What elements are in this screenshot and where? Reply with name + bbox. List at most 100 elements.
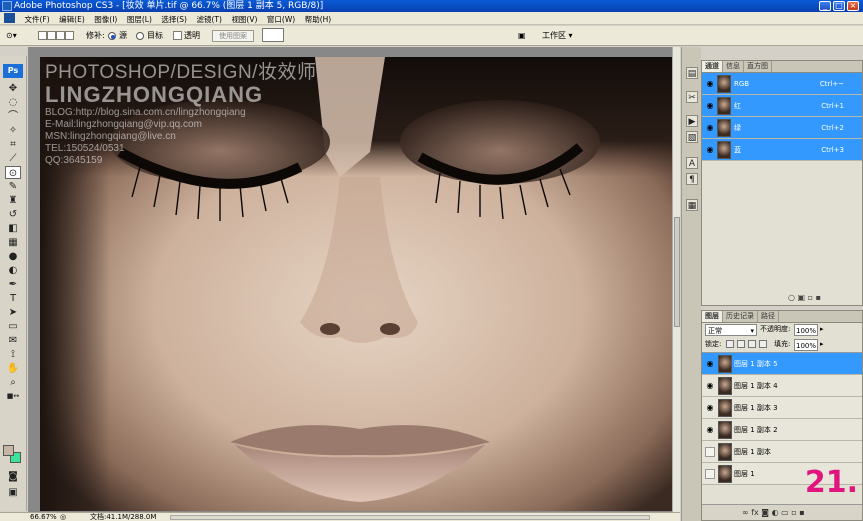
vertical-scrollbar[interactable]	[672, 47, 680, 512]
eye-icon[interactable]: ◉	[705, 425, 715, 435]
layer-row[interactable]: ◉ 图层 1 副本 3	[702, 397, 862, 419]
shape-tool-icon[interactable]: ▭	[5, 320, 21, 333]
status-nav-icon[interactable]: ◎	[60, 513, 66, 521]
zoom-tool-icon[interactable]: ⌕	[5, 376, 21, 389]
notes-tool-icon[interactable]: ✉	[5, 334, 21, 347]
layer-row[interactable]: ◉ 图层 1 副本 5	[702, 353, 862, 375]
crop-tool-icon[interactable]: ⌗	[5, 138, 21, 151]
menu-select[interactable]: 选择(S)	[158, 13, 190, 26]
tab-histogram[interactable]: 直方图	[744, 61, 772, 72]
clone-stamp-icon[interactable]: ♜	[5, 194, 21, 207]
eraser-icon[interactable]: ◧	[5, 222, 21, 235]
layer-row[interactable]: ◉ 图层 1 副本 4	[702, 375, 862, 397]
close-button[interactable]: ×	[847, 1, 859, 11]
eye-icon[interactable]: ◉	[705, 101, 715, 111]
brush-tool-icon[interactable]: ✎	[5, 180, 21, 193]
menu-view[interactable]: 视图(V)	[228, 13, 260, 26]
path-select-icon[interactable]: ➤	[5, 306, 21, 319]
hand-tool-icon[interactable]: ✋	[5, 362, 21, 375]
pattern-picker[interactable]	[262, 28, 284, 42]
opacity-input[interactable]: 100%	[794, 324, 818, 336]
default-colors-icon[interactable]: ■↔	[5, 390, 21, 403]
workspace-icon[interactable]: ▣	[518, 30, 526, 41]
navigator-icon[interactable]: ▤	[686, 67, 698, 79]
workspace-menu[interactable]: 工作区 ▾	[542, 30, 573, 41]
channel-row-red[interactable]: ◉ 红 Ctrl+1	[702, 95, 862, 117]
type-tool-icon[interactable]: T	[5, 292, 21, 305]
eye-icon[interactable]: ◉	[705, 123, 715, 133]
gradient-icon[interactable]: ▦	[5, 236, 21, 249]
menu-help[interactable]: 帮助(H)	[302, 13, 335, 26]
eye-icon[interactable]: ◉	[705, 359, 715, 369]
quick-mask-icon[interactable]: ◙	[5, 470, 21, 483]
menu-edit[interactable]: 编辑(E)	[56, 13, 88, 26]
watermark-email: E-Mail:lingzhongqiang@vip.qq.com	[45, 119, 202, 130]
document-canvas-area[interactable]: PHOTOSHOP/DESIGN/妆效师 LINGZHONGQIANG BLOG…	[28, 47, 680, 512]
pen-tool-icon[interactable]: ✒	[5, 278, 21, 291]
fill-arrow-icon[interactable]: ▸	[820, 338, 824, 351]
watermark-title: PHOTOSHOP/DESIGN/妆效师	[45, 62, 317, 83]
menu-layer[interactable]: 图层(L)	[124, 13, 155, 26]
menu-image[interactable]: 图像(I)	[91, 13, 120, 26]
menu-window[interactable]: 窗口(W)	[264, 13, 298, 26]
magic-wand-icon[interactable]: ✧	[5, 124, 21, 137]
tab-paths[interactable]: 路径	[758, 311, 779, 322]
channel-thumbnail	[717, 141, 731, 159]
lock-icons[interactable]	[726, 338, 770, 351]
horizontal-scrollbar[interactable]	[170, 515, 650, 520]
zoom-level[interactable]: 66.67%	[30, 513, 57, 521]
fill-input[interactable]: 100%	[794, 339, 818, 351]
eye-icon[interactable]: ◉	[705, 79, 715, 89]
patch-tool-icon-active[interactable]: ⊙	[5, 166, 21, 179]
layer-row[interactable]: ◉ 图层 1 副本 2	[702, 419, 862, 441]
actions-icon[interactable]: ▶	[686, 115, 698, 127]
layers-footer-icons[interactable]: ∞ fx ◙ ◐ ▭ ▫ ▪	[702, 504, 862, 520]
eye-icon[interactable]: ◉	[705, 403, 715, 413]
dodge-tool-icon[interactable]: ◐	[5, 264, 21, 277]
lasso-tool-icon[interactable]: ⌒	[5, 110, 21, 123]
eyedropper-icon[interactable]: ⟟	[5, 348, 21, 361]
tab-channels[interactable]: 通道	[702, 61, 723, 72]
eye-icon[interactable]: ◉	[705, 381, 715, 391]
slice-tool-icon[interactable]: ⟋	[5, 152, 21, 165]
blend-mode-select[interactable]: 正常 ▾	[705, 324, 757, 336]
channel-row-rgb[interactable]: ◉ RGB Ctrl+~	[702, 73, 862, 95]
styles-icon[interactable]: ▧	[686, 131, 698, 143]
menu-filter[interactable]: 滤镜(T)	[194, 13, 225, 26]
maximize-button[interactable]: □	[833, 1, 845, 11]
history-brush-icon[interactable]: ↺	[5, 208, 21, 221]
selection-mode-icons[interactable]	[38, 30, 74, 41]
patch-tool-icon[interactable]: ⊙▾	[6, 30, 17, 41]
transparent-checkbox[interactable]	[173, 30, 182, 41]
source-radio[interactable]	[108, 30, 116, 41]
blur-tool-icon[interactable]: ●	[5, 250, 21, 263]
swatches-icon[interactable]: ▦	[686, 199, 698, 211]
move-tool-icon[interactable]: ✥	[5, 82, 21, 95]
patch-label: 修补:	[86, 31, 105, 40]
use-pattern-button[interactable]: 使用图案	[212, 30, 254, 42]
screen-mode-icon[interactable]: ▣	[5, 486, 21, 499]
channels-footer-icons[interactable]: ○ ▣ ▫ ▪	[788, 293, 821, 302]
menu-file[interactable]: 文件(F)	[22, 13, 53, 26]
tab-history[interactable]: 历史记录	[723, 311, 758, 322]
foreground-color-swatch[interactable]	[3, 445, 14, 456]
marquee-tool-icon[interactable]: ◌	[5, 96, 21, 109]
character-icon[interactable]: A	[686, 157, 698, 169]
minimize-button[interactable]: _	[819, 1, 831, 11]
eye-icon[interactable]: ◉	[705, 145, 715, 155]
opacity-arrow-icon[interactable]: ▸	[820, 323, 824, 336]
channel-row-blue[interactable]: ◉ 蓝 Ctrl+3	[702, 139, 862, 161]
layer-name: 图层 1 副本 2	[734, 426, 778, 434]
layer-row[interactable]: 图层 1 副本	[702, 441, 862, 463]
scrollbar-thumb[interactable]	[674, 217, 680, 327]
target-radio[interactable]	[136, 30, 144, 41]
paragraph-icon[interactable]: ¶	[686, 173, 698, 185]
visibility-box-empty[interactable]	[705, 447, 715, 457]
channel-row-green[interactable]: ◉ 绿 Ctrl+2	[702, 117, 862, 139]
tab-layers[interactable]: 图层	[702, 311, 723, 322]
canvas-photo[interactable]: PHOTOSHOP/DESIGN/妆效师 LINGZHONGQIANG BLOG…	[40, 57, 672, 511]
visibility-box-empty[interactable]	[705, 469, 715, 479]
ps-menu-icon[interactable]	[4, 13, 15, 23]
tab-info[interactable]: 信息	[723, 61, 744, 72]
tool-presets-icon[interactable]: ✂	[686, 91, 698, 103]
